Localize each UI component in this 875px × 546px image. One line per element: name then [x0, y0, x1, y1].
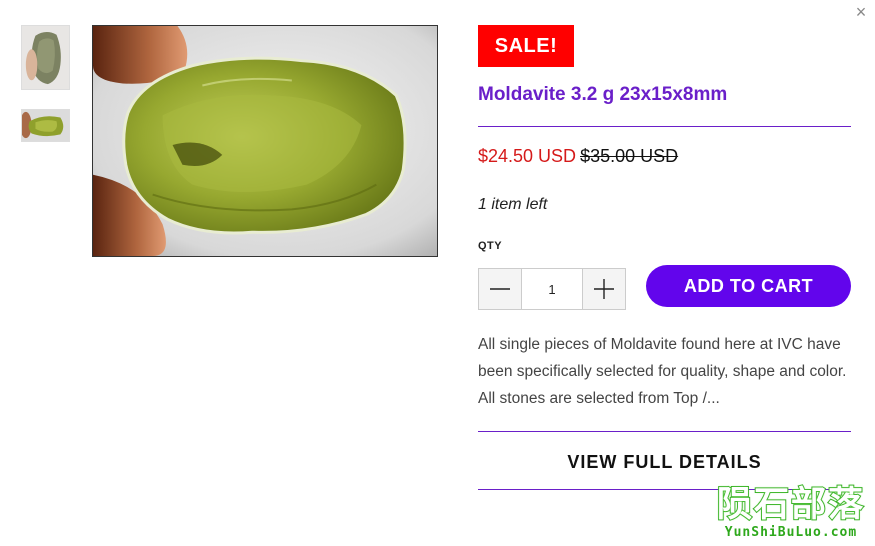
- divider: [478, 126, 851, 127]
- watermark-chinese-text: 陨石部落: [716, 484, 865, 526]
- decrease-quantity-button[interactable]: [479, 269, 521, 309]
- moldavite-thumbnail-image: [22, 26, 69, 89]
- close-icon[interactable]: ×: [853, 3, 869, 21]
- increase-quantity-button[interactable]: [583, 269, 625, 309]
- main-product-image[interactable]: [92, 25, 438, 257]
- watermark-latin-text: YunShiBuLuo.com: [724, 525, 858, 540]
- quantity-stepper: [478, 268, 626, 310]
- quantity-label: QTY: [478, 240, 503, 252]
- price-row: $24.50 USD $35.00 USD: [478, 146, 678, 167]
- thumbnail-2[interactable]: [21, 109, 70, 142]
- thumbnail-1[interactable]: [21, 25, 70, 90]
- moldavite-photo: [93, 26, 437, 256]
- compare-at-price: $35.00 USD: [580, 146, 679, 166]
- divider: [478, 431, 851, 432]
- sale-price: $24.50 USD: [478, 146, 577, 166]
- add-to-cart-button[interactable]: ADD TO CART: [646, 265, 851, 307]
- product-title[interactable]: Moldavite 3.2 g 23x15x8mm: [478, 84, 727, 106]
- product-description: All single pieces of Moldavite found her…: [478, 336, 847, 407]
- quantity-input[interactable]: [521, 269, 583, 309]
- view-full-details-link[interactable]: VIEW FULL DETAILS: [478, 443, 851, 481]
- watermark-logo: 陨石部落 YunShiBuLuo.com: [716, 484, 865, 540]
- plus-icon: [594, 279, 614, 299]
- stock-status: 1 item left: [478, 196, 548, 213]
- minus-icon: [490, 288, 510, 290]
- sale-badge: SALE!: [478, 25, 574, 67]
- moldavite-thumbnail-image: [22, 110, 69, 141]
